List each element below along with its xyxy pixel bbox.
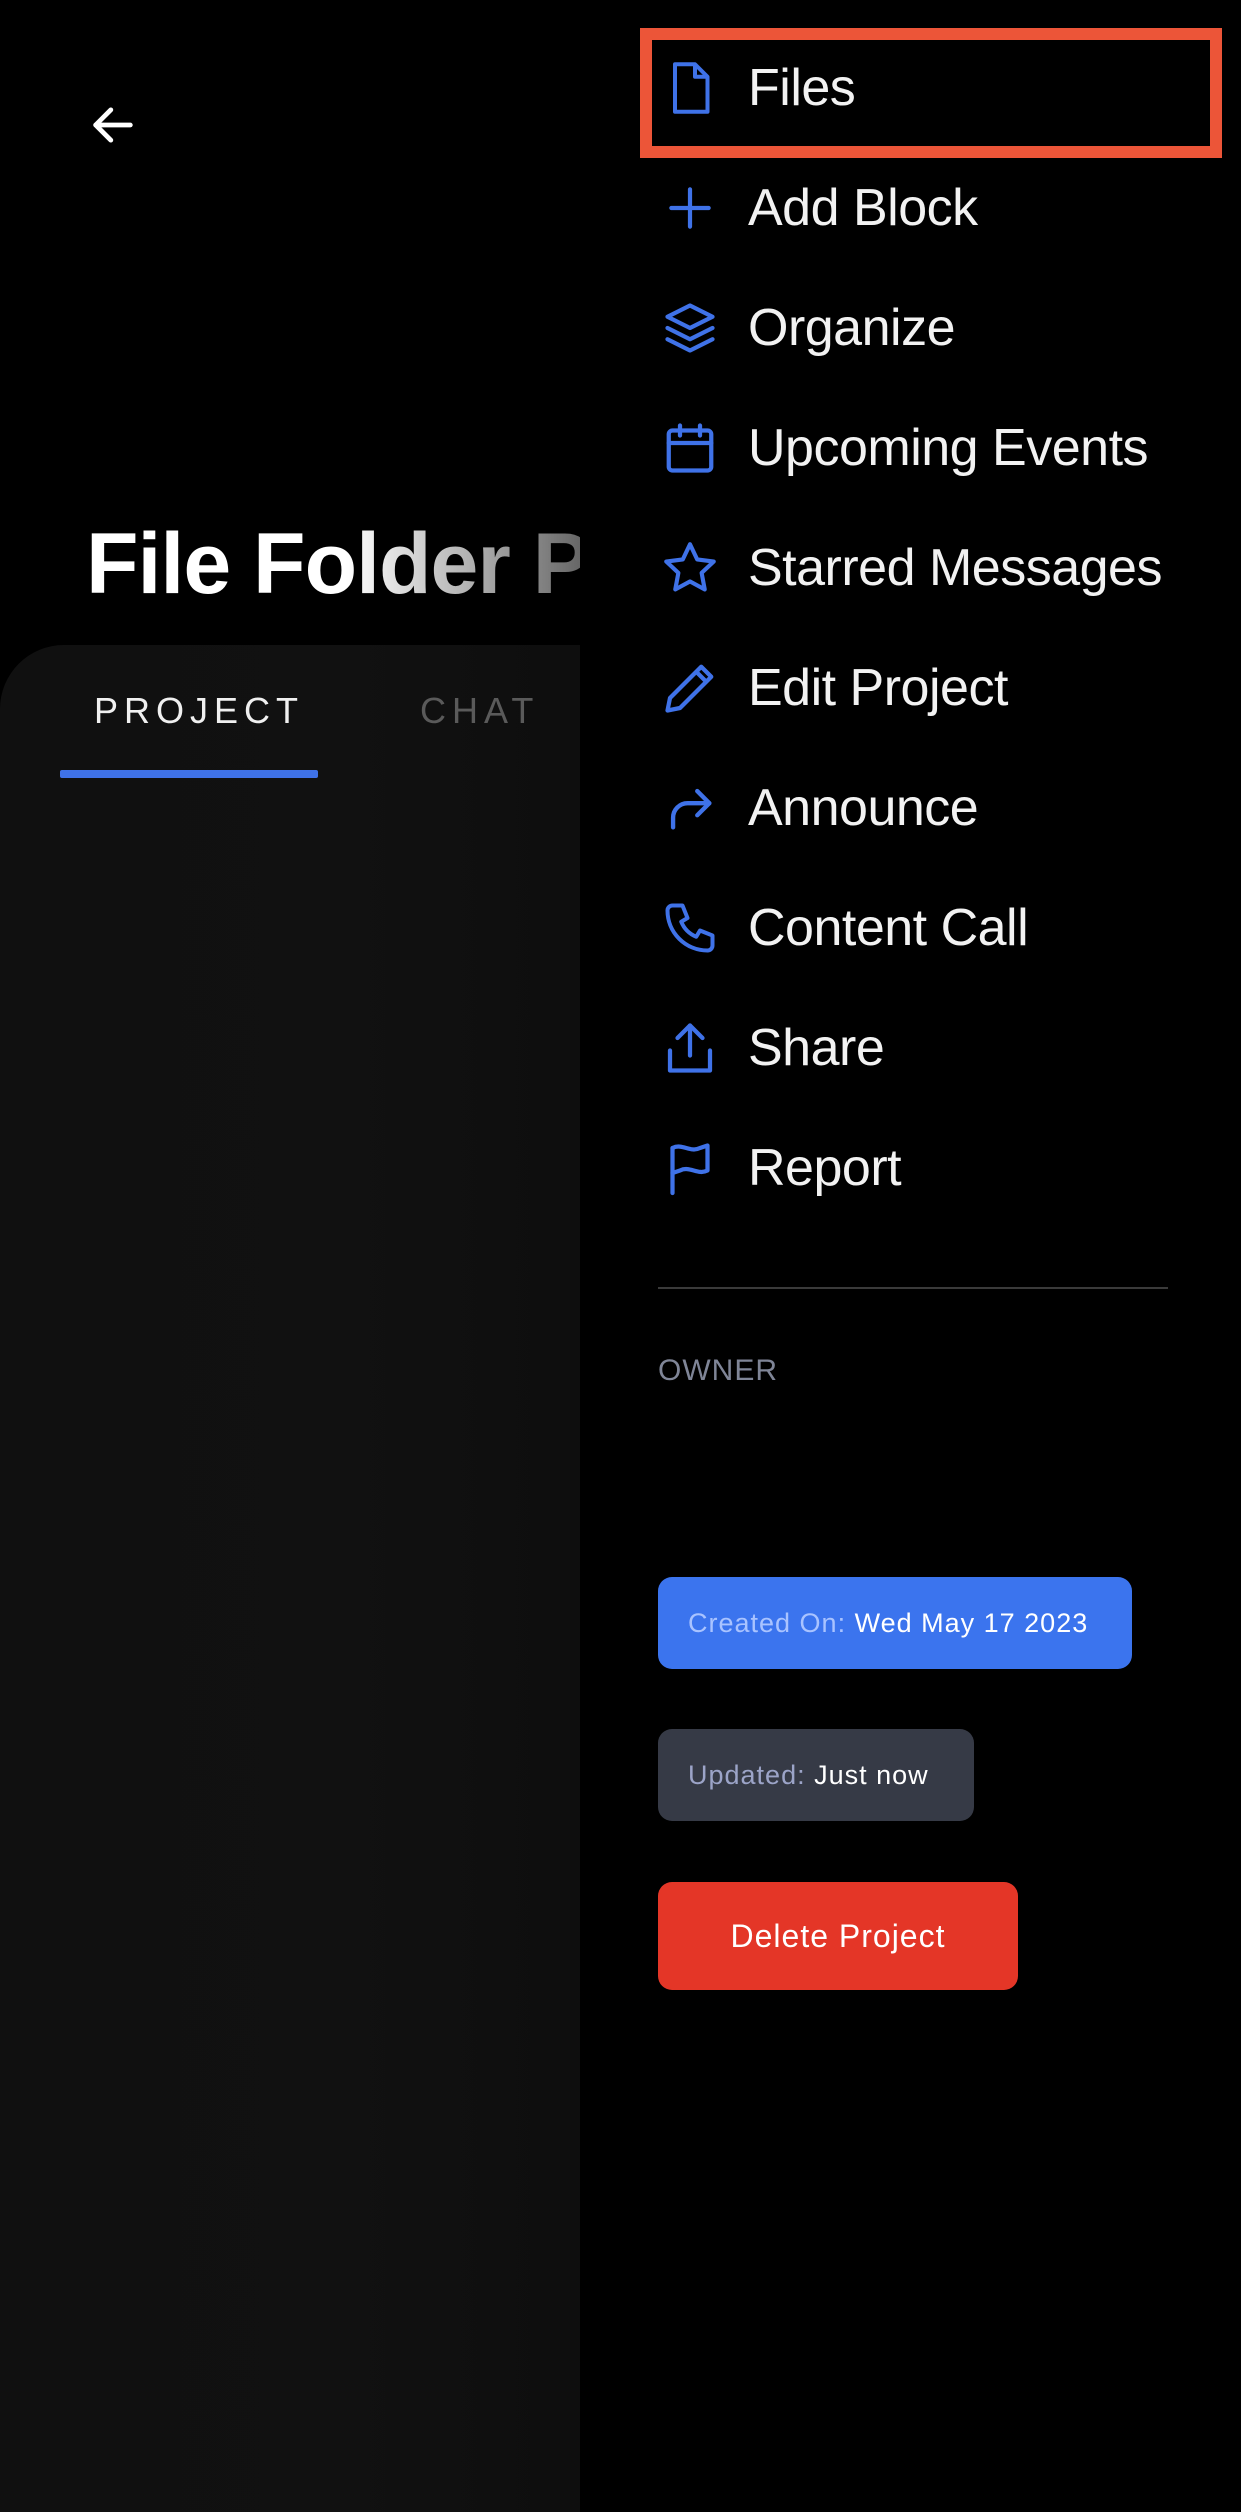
file-icon — [658, 56, 722, 120]
menu-item-upcoming-events[interactable]: Upcoming Events — [658, 398, 1218, 498]
menu-item-label: Report — [748, 1139, 902, 1197]
menu-item-files[interactable]: Files — [658, 38, 1218, 138]
menu-item-label: Add Block — [748, 179, 978, 237]
delete-project-button[interactable]: Delete Project — [658, 1882, 1018, 1990]
menu-item-organize[interactable]: Organize — [658, 278, 1218, 378]
side-drawer: Files Add Block Organize Upcoming Events… — [580, 0, 1241, 2512]
layers-icon — [658, 296, 722, 360]
menu-item-label: Starred Messages — [748, 539, 1162, 597]
back-button[interactable] — [80, 92, 146, 158]
menu-item-report[interactable]: Report — [658, 1118, 1218, 1218]
share-icon — [658, 1016, 722, 1080]
tab-chat[interactable]: CHAT — [420, 690, 539, 732]
menu-item-add-block[interactable]: Add Block — [658, 158, 1218, 258]
plus-icon — [658, 176, 722, 240]
phone-icon — [658, 896, 722, 960]
menu-item-announce[interactable]: Announce — [658, 758, 1218, 858]
flag-icon — [658, 1136, 722, 1200]
tab-project[interactable]: PROJECT — [94, 690, 304, 732]
page-title: File Folder P — [86, 515, 580, 614]
active-tab-indicator — [60, 770, 318, 778]
screen: File Folder P PROJECT CHAT Files Add Blo… — [0, 0, 1241, 2512]
updated-key: Updated: — [688, 1759, 806, 1790]
forward-arrow-icon — [658, 776, 722, 840]
created-on-badge: Created On: Wed May 17 2023 — [658, 1577, 1132, 1669]
menu-item-share[interactable]: Share — [658, 998, 1218, 1098]
menu-item-label: Edit Project — [748, 659, 1008, 717]
menu-item-label: Upcoming Events — [748, 419, 1149, 477]
calendar-icon — [658, 416, 722, 480]
menu-item-edit-project[interactable]: Edit Project — [658, 638, 1218, 738]
star-icon — [658, 536, 722, 600]
updated-value: Just now — [814, 1759, 929, 1790]
menu-item-label: Content Call — [748, 899, 1029, 957]
menu-item-content-call[interactable]: Content Call — [658, 878, 1218, 978]
divider — [658, 1287, 1168, 1289]
created-on-key: Created On: — [688, 1607, 847, 1638]
owner-label: OWNER — [658, 1354, 778, 1387]
menu-item-label: Announce — [748, 779, 979, 837]
project-panel — [0, 645, 580, 2512]
pencil-icon — [658, 656, 722, 720]
menu-item-label: Share — [748, 1019, 885, 1077]
created-on-value: Wed May 17 2023 — [854, 1607, 1089, 1638]
arrow-left-icon — [93, 107, 133, 143]
menu-item-label: Files — [748, 59, 856, 117]
menu-item-starred-messages[interactable]: Starred Messages — [658, 518, 1218, 618]
updated-badge: Updated: Just now — [658, 1729, 974, 1821]
project-page: File Folder P PROJECT CHAT — [0, 0, 580, 2512]
menu-item-label: Organize — [748, 299, 956, 357]
